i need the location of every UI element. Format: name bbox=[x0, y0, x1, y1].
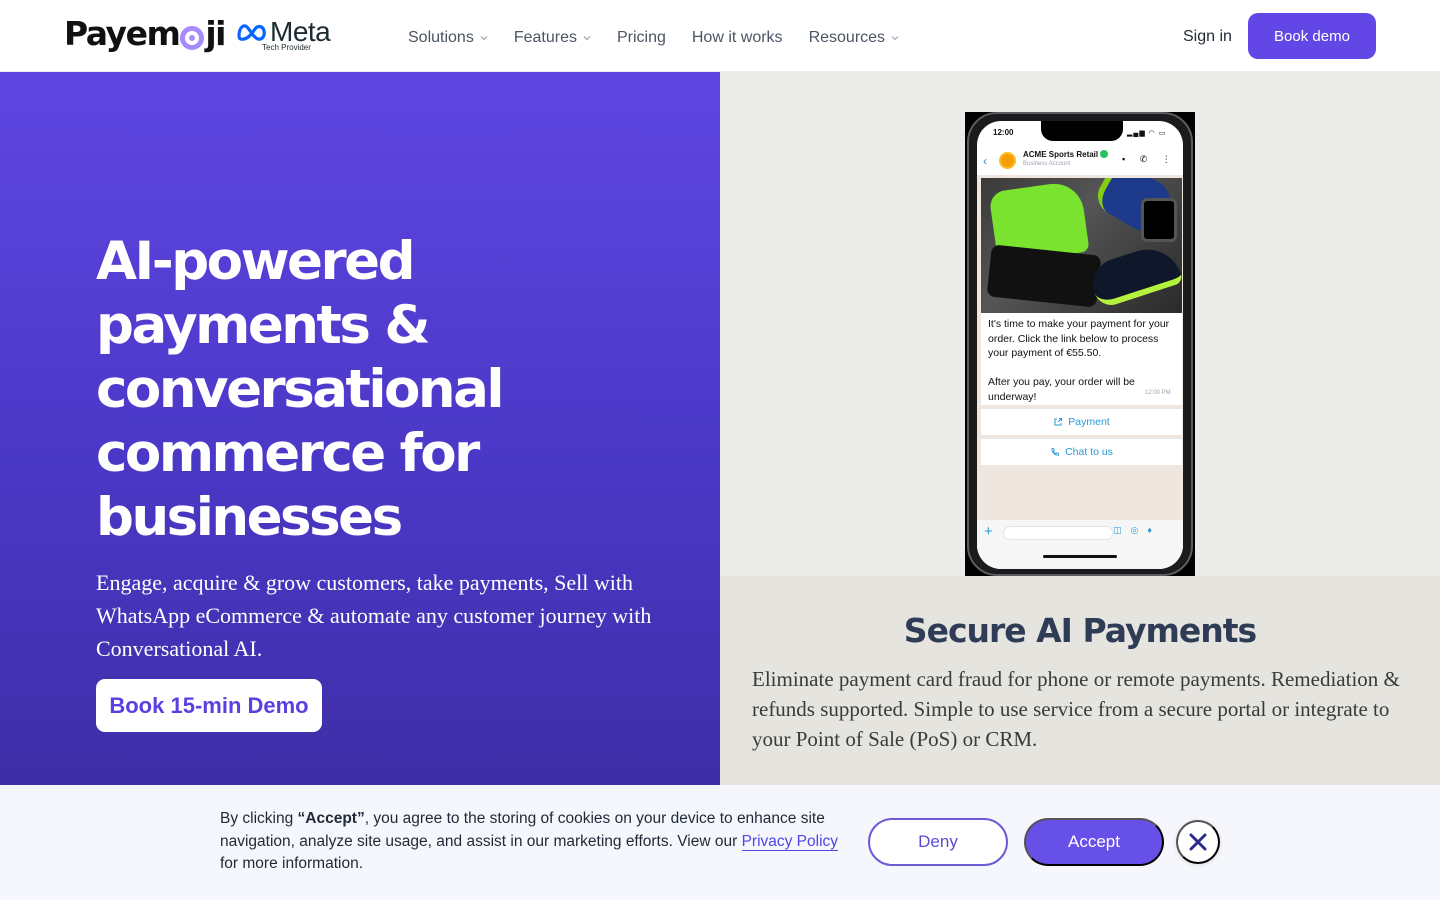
nav-pricing-label: Pricing bbox=[616, 29, 666, 46]
hero-section: AI-powered payments & conversational com… bbox=[0, 72, 720, 785]
chevron-down-icon bbox=[891, 36, 899, 41]
payemoji-logo[interactable]: Payem ji bbox=[64, 14, 226, 54]
home-indicator bbox=[1043, 555, 1117, 558]
chat-input-icons: ◫◎♦ bbox=[1113, 525, 1161, 535]
site-header: Payem ji Meta Tech Provider Solutions Fe… bbox=[0, 0, 1440, 72]
phone-notch bbox=[1041, 121, 1123, 141]
chat-message-line2: After you pay, your order will be underw… bbox=[988, 376, 1135, 403]
chat-to-us-label: Chat to us bbox=[1065, 446, 1113, 458]
nav-resources[interactable]: Resources bbox=[809, 26, 899, 50]
feature-description: Eliminate payment card fraud for phone o… bbox=[752, 667, 1400, 751]
deny-cookies-button[interactable]: Deny bbox=[868, 818, 1008, 866]
hero-subtitle: Engage, acquire & grow customers, take p… bbox=[96, 570, 652, 661]
business-name: ACME Sports Retail bbox=[1023, 150, 1109, 159]
book-demo-button[interactable]: Book demo bbox=[1248, 13, 1376, 59]
verified-badge-icon bbox=[1100, 150, 1109, 158]
back-arrow-icon: ‹ bbox=[983, 154, 987, 168]
chat-message: It's time to make your payment for your … bbox=[981, 313, 1182, 405]
business-avatar bbox=[999, 152, 1016, 169]
external-link-icon bbox=[1054, 418, 1063, 426]
nav-how-it-works[interactable]: How it works bbox=[692, 26, 783, 50]
close-cookie-banner-button[interactable] bbox=[1176, 820, 1220, 864]
cookie-text-before: By clicking bbox=[220, 810, 298, 827]
phone-mockup-image: 12:00 ▂▄▆ ◠ ▭ ‹ ACME Sports Retail Busin… bbox=[965, 112, 1195, 576]
hero-title: AI-powered payments & conversational com… bbox=[96, 231, 505, 548]
cookie-text-end: for more information. bbox=[220, 855, 363, 872]
nav-pricing[interactable]: Pricing bbox=[617, 26, 666, 50]
status-icons: ▂▄▆ ◠ ▭ bbox=[1127, 130, 1167, 137]
chevron-down-icon bbox=[480, 36, 488, 41]
meta-wordmark: Meta bbox=[270, 16, 331, 47]
phone-screen: 12:00 ▂▄▆ ◠ ▭ ‹ ACME Sports Retail Busin… bbox=[977, 121, 1183, 569]
logo-text-pre: Payem bbox=[64, 14, 181, 53]
product-shorts bbox=[986, 244, 1102, 308]
cookie-banner: By clicking “Accept”, you agree to the s… bbox=[0, 785, 1440, 900]
logo-chat-bubble-icon bbox=[180, 26, 205, 50]
feature-title: Secure AI Payments bbox=[903, 611, 1257, 650]
cookie-consent-text: By clicking “Accept”, you agree to the s… bbox=[220, 808, 840, 876]
accept-cookies-button[interactable]: Accept bbox=[1024, 818, 1164, 866]
logo-text-post: ji bbox=[205, 14, 226, 53]
chat-header: ‹ ACME Sports Retail Business Account ▪ … bbox=[977, 145, 1183, 175]
sign-in-link[interactable]: Sign in bbox=[1183, 25, 1232, 49]
status-time: 12:00 bbox=[993, 128, 1014, 137]
nav-resources-label: Resources bbox=[808, 29, 886, 46]
feature-card: 12:00 ▂▄▆ ◠ ▭ ‹ ACME Sports Retail Busin… bbox=[720, 72, 1440, 785]
main-nav: Solutions Features Pricing How it works … bbox=[408, 26, 899, 50]
meta-tech-provider-label: Tech Provider bbox=[262, 43, 311, 52]
nav-features-label: Features bbox=[513, 29, 577, 46]
meta-tech-provider-badge: Meta Tech Provider bbox=[236, 16, 331, 54]
chat-payment-button[interactable]: Payment bbox=[981, 408, 1182, 435]
chat-input-bar: + ◫◎♦ bbox=[977, 520, 1183, 569]
meta-logo-icon bbox=[237, 24, 266, 41]
book-15-min-demo-button[interactable]: Book 15-min Demo bbox=[96, 679, 322, 732]
nav-how-it-works-label: How it works bbox=[691, 29, 783, 46]
business-subtitle: Business Account bbox=[1023, 161, 1071, 167]
nav-features[interactable]: Features bbox=[514, 26, 591, 50]
cookie-text-accept-quote: “Accept” bbox=[297, 810, 365, 827]
nav-solutions-label: Solutions bbox=[408, 29, 474, 46]
chat-payment-label: Payment bbox=[1068, 416, 1110, 428]
chat-to-us-button[interactable]: Chat to us bbox=[981, 438, 1182, 465]
phone-frame: 12:00 ▂▄▆ ◠ ▭ ‹ ACME Sports Retail Busin… bbox=[967, 112, 1193, 576]
chat-header-icons: ▪ ✆ ⋮ bbox=[1122, 154, 1177, 164]
phone-icon bbox=[1051, 448, 1060, 456]
phone-mockup-area: 12:00 ▂▄▆ ◠ ▭ ‹ ACME Sports Retail Busin… bbox=[720, 72, 1440, 576]
chat-message-time: 12:00 PM bbox=[1145, 390, 1171, 396]
chat-message-line1: It's time to make your payment for your … bbox=[988, 318, 1170, 359]
product-shoe bbox=[1086, 240, 1182, 310]
product-phone-armband bbox=[1141, 198, 1177, 242]
nav-solutions[interactable]: Solutions bbox=[408, 26, 488, 50]
close-icon bbox=[1189, 833, 1207, 851]
privacy-policy-link[interactable]: Privacy Policy bbox=[741, 832, 839, 851]
product-image bbox=[981, 178, 1182, 313]
business-name-text: ACME Sports Retail bbox=[1023, 150, 1099, 159]
chevron-down-icon bbox=[583, 36, 591, 41]
chat-input-field bbox=[1003, 526, 1113, 540]
plus-icon: + bbox=[984, 523, 993, 540]
